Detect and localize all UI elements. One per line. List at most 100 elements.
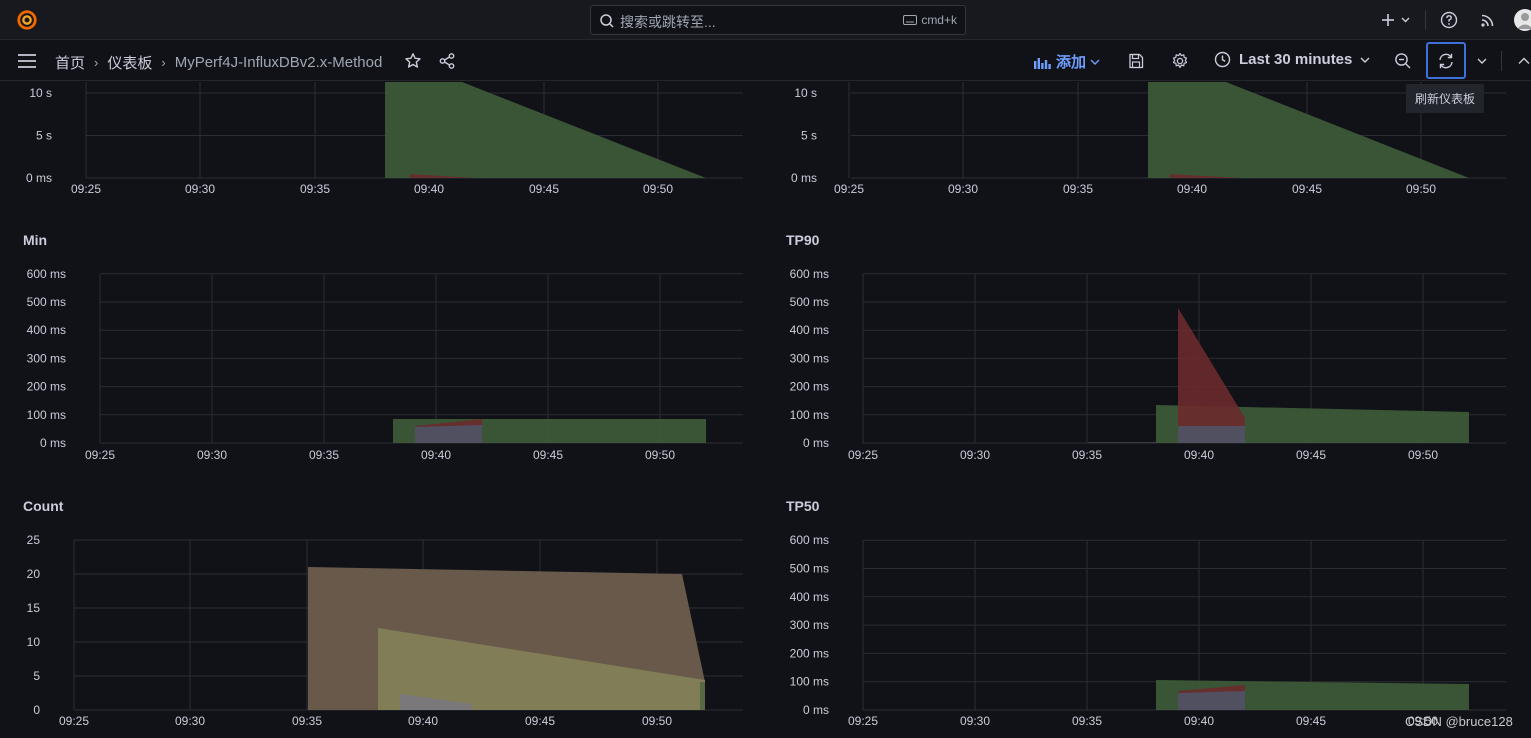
x-tick-label: 09:50 bbox=[642, 714, 672, 728]
share-button[interactable] bbox=[435, 49, 459, 73]
divider bbox=[1425, 10, 1426, 30]
panel-tp50[interactable]: TP50 0 ms 100 ms 200 ms 300 ms 400 ms 500 ms 6… bbox=[765, 494, 1531, 738]
x-tick-label: 09:35 bbox=[1072, 448, 1102, 462]
search-shortcut: cmd+k bbox=[903, 13, 957, 27]
y-tick-label: 100 ms bbox=[790, 408, 829, 422]
refresh-dashboard-button[interactable] bbox=[1426, 42, 1466, 79]
x-tick-label: 09:35 bbox=[300, 182, 330, 196]
top-bar: 搜索或跳转至... cmd+k bbox=[0, 0, 1531, 40]
chevron-down-icon bbox=[1360, 57, 1370, 63]
menu-button[interactable] bbox=[15, 49, 39, 73]
keyboard-icon bbox=[903, 15, 918, 25]
dashboard-settings-button[interactable] bbox=[1168, 49, 1192, 73]
x-tick-label: 09:25 bbox=[85, 448, 115, 462]
star-icon bbox=[405, 53, 421, 68]
y-tick-label: 5 s bbox=[801, 129, 817, 143]
y-tick-label: 5 bbox=[33, 669, 40, 683]
x-tick-label: 09:50 bbox=[643, 182, 673, 196]
time-range-label: Last 30 minutes bbox=[1239, 51, 1353, 68]
y-tick-label: 0 ms bbox=[791, 171, 817, 185]
breadcrumb-dashboards[interactable]: 仪表板 bbox=[107, 52, 152, 73]
zoom-out-button[interactable] bbox=[1391, 49, 1415, 73]
x-tick-label: 09:35 bbox=[292, 714, 322, 728]
breadcrumb-home[interactable]: 首页 bbox=[55, 52, 85, 73]
panel-top-left[interactable]: 0 ms 5 s 10 s 09:25 09:30 09:35 09:40 09:45 09:5… bbox=[0, 82, 765, 202]
series-area bbox=[1088, 442, 1156, 443]
time-range-picker[interactable]: Last 30 minutes bbox=[1214, 51, 1370, 68]
y-tick-label: 400 ms bbox=[790, 323, 829, 337]
grid bbox=[99, 273, 743, 444]
star-button[interactable] bbox=[401, 49, 425, 73]
add-button[interactable]: 添加 bbox=[1034, 51, 1100, 72]
y-tick-label: 300 ms bbox=[27, 351, 66, 365]
refresh-interval-dropdown[interactable] bbox=[1470, 49, 1494, 73]
x-tick-label: 09:25 bbox=[71, 182, 101, 196]
y-tick-label: 400 ms bbox=[27, 323, 66, 337]
save-dashboard-button[interactable] bbox=[1124, 49, 1148, 73]
collapse-button[interactable] bbox=[1512, 49, 1531, 73]
y-tick-label: 200 ms bbox=[790, 646, 829, 660]
x-tick-label: 09:35 bbox=[309, 448, 339, 462]
x-tick-label: 09:30 bbox=[960, 714, 990, 728]
refresh-tooltip: 刷新仪表板 bbox=[1406, 84, 1485, 113]
plus-icon bbox=[1382, 14, 1410, 26]
y-tick-label: 600 ms bbox=[790, 267, 829, 281]
search-placeholder: 搜索或跳转至... bbox=[620, 14, 716, 30]
x-tick-label: 09:45 bbox=[1292, 182, 1322, 196]
chevron-down-icon bbox=[1090, 59, 1100, 65]
y-tick-label: 10 bbox=[27, 635, 41, 649]
panel-min[interactable]: Min 0 ms 100 ms 200 ms 300 ms 400 ms 500 ms 60… bbox=[0, 228, 765, 470]
zoom-out-icon bbox=[1395, 53, 1411, 69]
help-button[interactable] bbox=[1437, 8, 1461, 32]
y-tick-label: 500 ms bbox=[790, 295, 829, 309]
series-area bbox=[700, 682, 705, 710]
x-tick-label: 09:45 bbox=[529, 182, 559, 196]
help-icon bbox=[1440, 11, 1458, 29]
breadcrumb: 首页 › 仪表板 › MyPerf4J-InfluxDBv2.x-Method bbox=[55, 52, 382, 73]
y-tick-label: 20 bbox=[27, 567, 41, 581]
x-tick-label: 09:50 bbox=[1408, 448, 1438, 462]
x-tick-label: 09:50 bbox=[1406, 182, 1436, 196]
panel-tp90-chart: 0 ms 100 ms 200 ms 300 ms 400 ms 500 ms 600 ms… bbox=[790, 267, 1506, 462]
x-tick-label: 09:25 bbox=[848, 448, 878, 462]
x-tick-label: 09:45 bbox=[1296, 714, 1326, 728]
chevron-down-icon bbox=[1477, 58, 1487, 64]
avatar[interactable] bbox=[1514, 9, 1531, 31]
new-button[interactable] bbox=[1379, 8, 1413, 32]
x-tick-label: 09:35 bbox=[1072, 714, 1102, 728]
series-area bbox=[1178, 691, 1245, 710]
y-tick-label: 0 ms bbox=[26, 171, 52, 185]
x-tick-label: 09:35 bbox=[1063, 182, 1093, 196]
clock-icon bbox=[1214, 51, 1231, 68]
chevron-right-icon: › bbox=[94, 55, 99, 70]
y-tick-label: 0 ms bbox=[40, 436, 66, 450]
x-tick-label: 09:25 bbox=[848, 714, 878, 728]
chevron-right-icon: › bbox=[161, 55, 166, 70]
x-tick-label: 09:25 bbox=[59, 714, 89, 728]
y-tick-label: 100 ms bbox=[27, 408, 66, 422]
panel-tp90[interactable]: TP90 0 ms 100 ms 200 ms 300 ms 400 ms 500 ms 6… bbox=[765, 228, 1531, 470]
y-tick-label: 0 bbox=[33, 703, 40, 717]
news-button[interactable] bbox=[1476, 8, 1500, 32]
panel-count[interactable]: Count 0 5 10 15 20 25 09:25 09:30 09:35 09:40 09:4… bbox=[0, 494, 765, 738]
watermark: CSDN @bruce128 bbox=[1405, 714, 1513, 729]
search-input[interactable]: 搜索或跳转至... cmd+k bbox=[590, 5, 966, 35]
y-tick-label: 10 s bbox=[794, 86, 817, 100]
x-tick-label: 09:25 bbox=[834, 182, 864, 196]
user-icon bbox=[1517, 13, 1531, 29]
add-label: 添加 bbox=[1056, 54, 1087, 71]
x-tick-label: 09:30 bbox=[185, 182, 215, 196]
y-tick-label: 25 bbox=[27, 533, 41, 547]
y-tick-label: 400 ms bbox=[790, 590, 829, 604]
y-tick-label: 10 s bbox=[29, 86, 52, 100]
hamburger-icon bbox=[18, 54, 36, 68]
x-tick-label: 09:40 bbox=[414, 182, 444, 196]
x-tick-label: 09:30 bbox=[948, 182, 978, 196]
grafana-logo-icon[interactable] bbox=[16, 9, 38, 31]
x-tick-label: 09:40 bbox=[421, 448, 451, 462]
dashboard-nav-bar: 首页 › 仪表板 › MyPerf4J-InfluxDBv2.x-Method … bbox=[0, 41, 1531, 81]
panel-count-chart: 0 5 10 15 20 25 09:25 09:30 09:35 09:40 09:45 09:50 bbox=[27, 533, 743, 728]
gear-icon bbox=[1172, 52, 1188, 69]
y-tick-label: 300 ms bbox=[790, 351, 829, 365]
y-tick-label: 15 bbox=[27, 601, 41, 615]
